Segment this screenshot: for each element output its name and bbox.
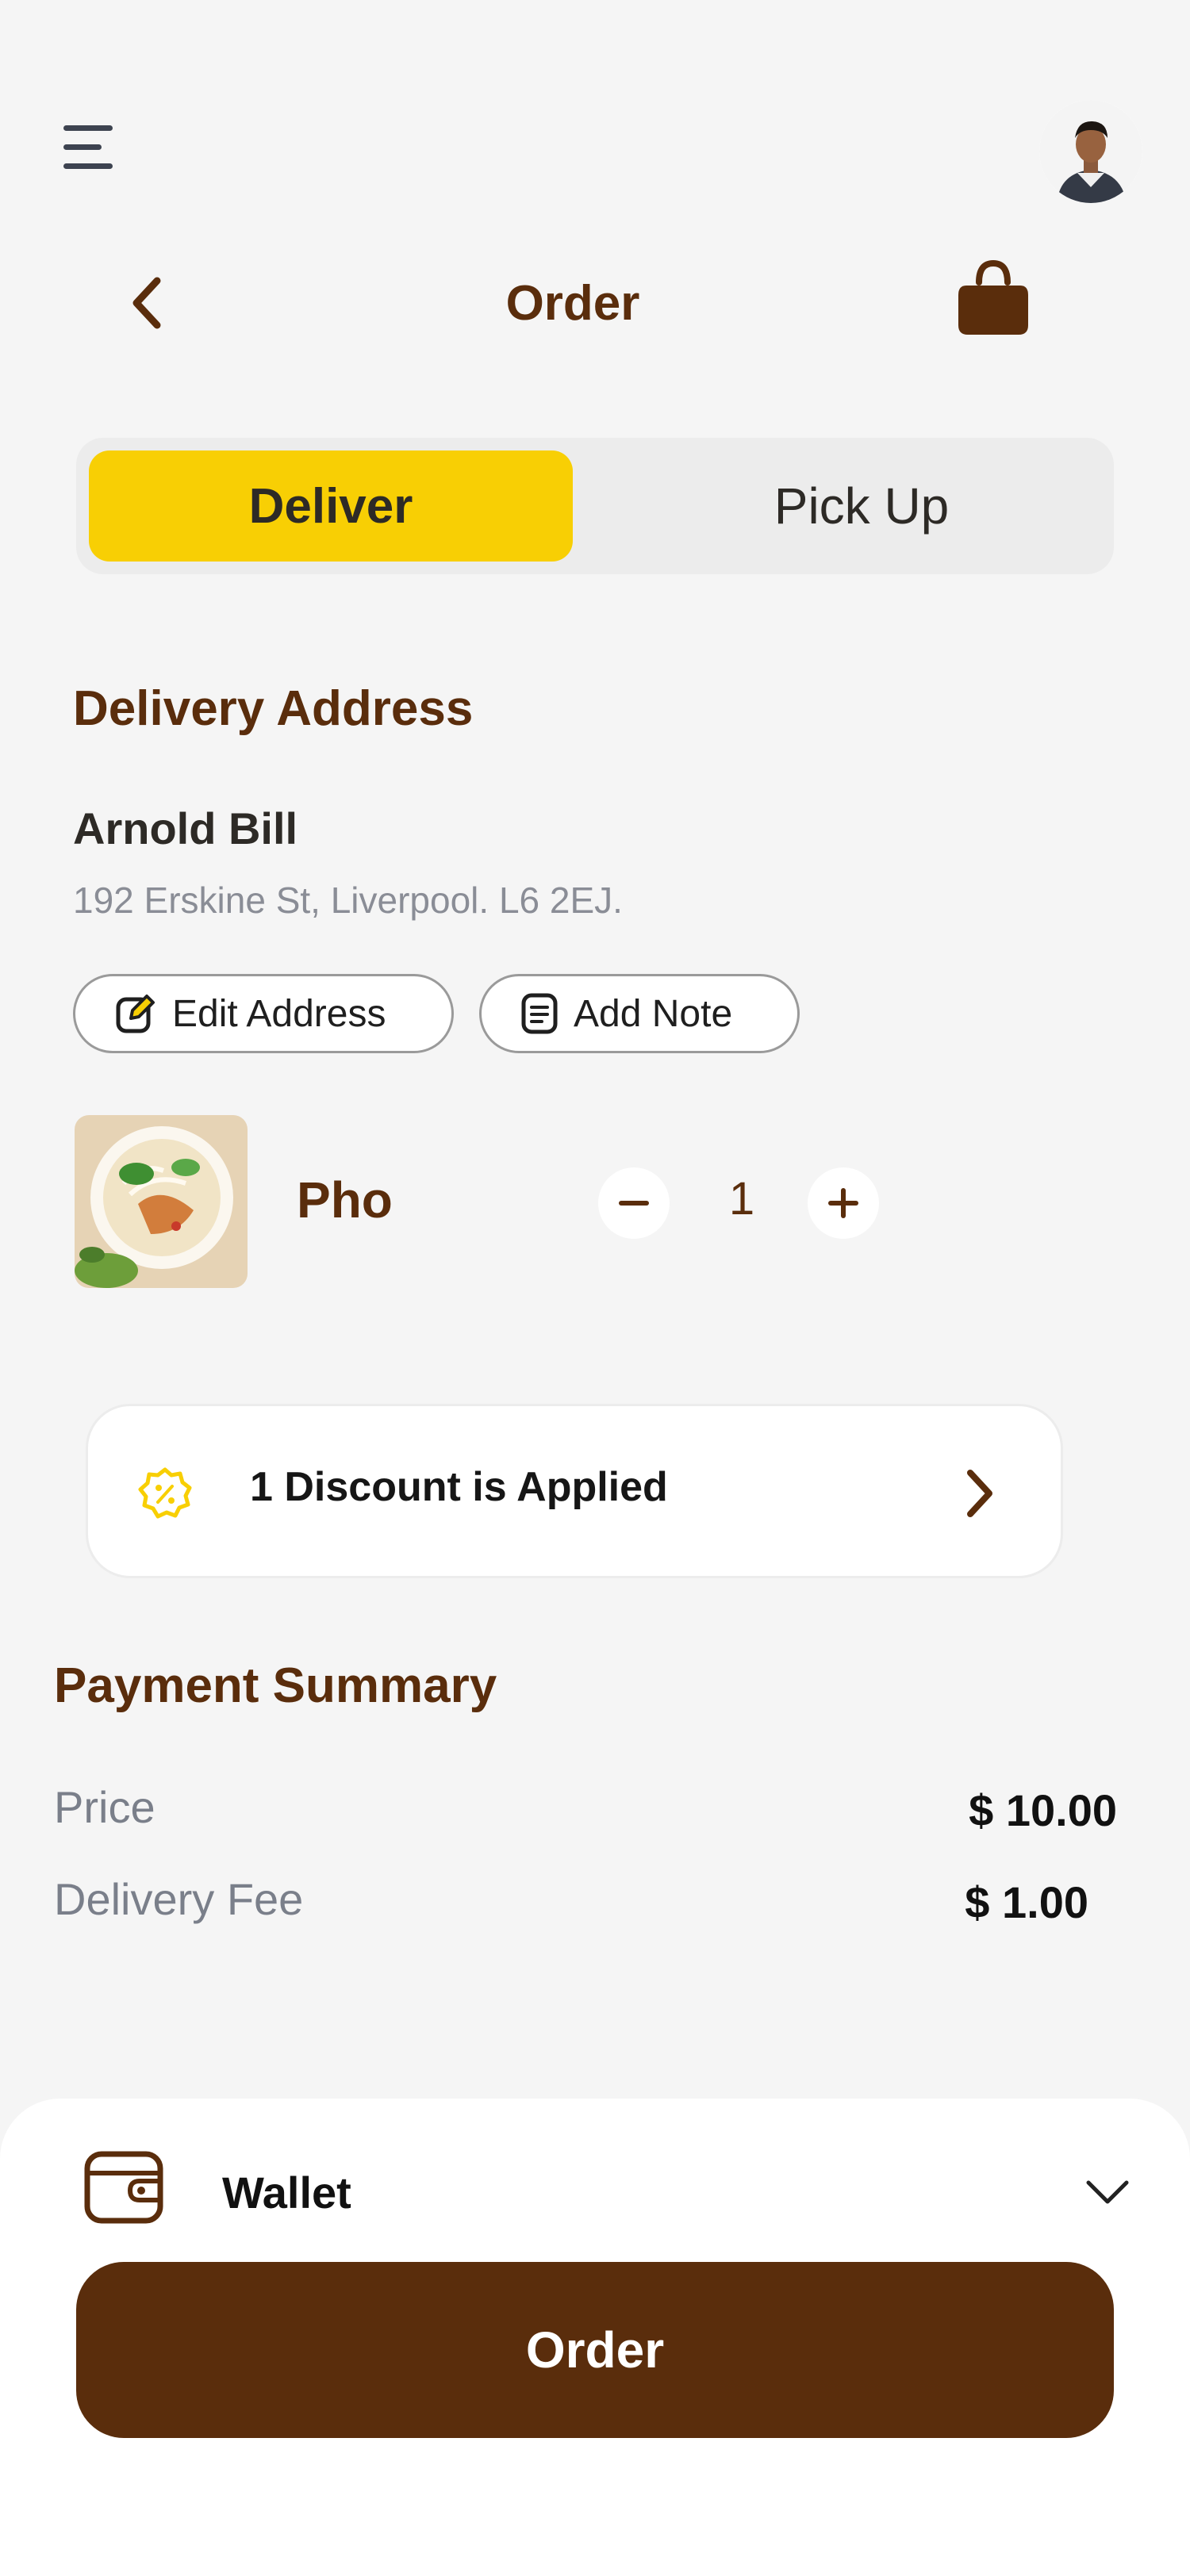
discount-badge-icon — [138, 1467, 192, 1519]
payment-method-label: Wallet — [222, 2168, 351, 2218]
edit-address-label: Edit Address — [172, 992, 386, 1035]
price-value: $ 10.00 — [969, 1785, 1117, 1835]
shopping-bag-icon[interactable] — [955, 259, 1031, 338]
page-title: Order — [505, 276, 640, 331]
address-line: 192 Erskine St, Liverpool. L6 2EJ. — [73, 880, 623, 921]
note-icon — [521, 993, 558, 1034]
chevron-right-icon — [967, 1470, 992, 1517]
recipient-name: Arnold Bill — [73, 803, 298, 853]
price-label: Price — [54, 1782, 155, 1832]
menu-icon[interactable] — [63, 125, 116, 173]
chevron-down-icon[interactable] — [1084, 2176, 1131, 2208]
wallet-icon — [84, 2151, 163, 2224]
delivery-mode-toggle: Deliver Pick Up — [76, 438, 1114, 574]
chevron-left-icon[interactable] — [125, 270, 173, 336]
plus-icon — [828, 1188, 858, 1218]
edit-icon — [116, 995, 155, 1033]
tab-pick-up[interactable]: Pick Up — [647, 450, 1076, 562]
discount-card[interactable]: 1 Discount is Applied — [86, 1404, 1063, 1578]
minus-icon — [619, 1201, 649, 1206]
order-button[interactable]: Order — [76, 2262, 1114, 2438]
payment-summary-title: Payment Summary — [54, 1658, 497, 1713]
tab-deliver[interactable]: Deliver — [89, 450, 573, 562]
edit-address-button[interactable]: Edit Address — [73, 974, 454, 1053]
checkout-sheet: Wallet Order — [0, 2099, 1190, 2576]
item-name: Pho — [297, 1171, 393, 1229]
quantity-value: 1 — [728, 1173, 755, 1225]
food-image — [75, 1115, 248, 1288]
delivery-fee-value: $ 1.00 — [965, 1877, 1088, 1927]
delivery-fee-label: Delivery Fee — [54, 1874, 304, 1924]
add-note-label: Add Note — [574, 992, 733, 1035]
increase-quantity-button[interactable] — [808, 1167, 879, 1239]
add-note-button[interactable]: Add Note — [479, 974, 800, 1053]
discount-text: 1 Discount is Applied — [250, 1464, 668, 1510]
decrease-quantity-button[interactable] — [598, 1167, 670, 1239]
avatar[interactable] — [1039, 100, 1142, 203]
delivery-address-title: Delivery Address — [73, 681, 474, 736]
